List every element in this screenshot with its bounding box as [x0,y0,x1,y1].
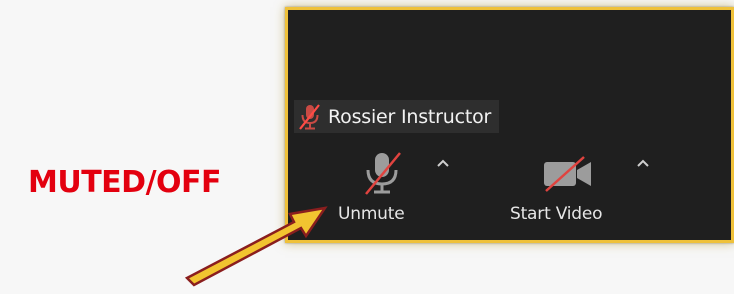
mic-muted-icon [299,103,320,130]
start-video-button-label[interactable]: Start Video [510,204,603,224]
video-options-caret-icon[interactable] [636,158,650,168]
unmute-button-label[interactable]: Unmute [338,204,405,224]
video-off-icon[interactable] [542,156,594,192]
unmute-control[interactable]: Unmute [332,146,462,232]
zoom-meeting-panel: Rossier Instructor Unmute Start Video [285,7,734,243]
mic-muted-icon[interactable] [362,150,402,196]
start-video-control[interactable]: Start Video [502,146,662,232]
muted-off-annotation: MUTED/OFF [28,165,222,200]
annotation-arrow [184,206,328,287]
participant-name: Rossier Instructor [328,105,492,128]
audio-options-caret-icon[interactable] [436,158,450,168]
participant-name-tag: Rossier Instructor [294,100,500,133]
